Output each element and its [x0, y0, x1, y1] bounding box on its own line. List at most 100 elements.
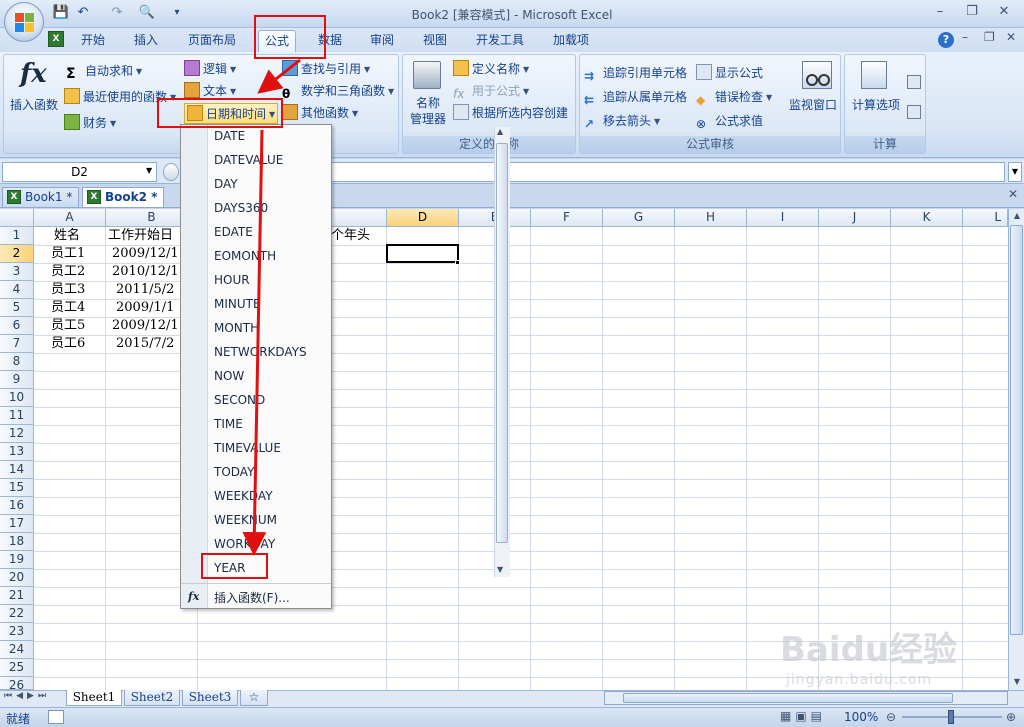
row-header-15[interactable]: 15 [0, 479, 34, 497]
menu-scrollbar[interactable]: ▲ ▼ [494, 127, 510, 577]
row-header-19[interactable]: 19 [0, 551, 34, 569]
select-all-corner[interactable] [0, 209, 34, 227]
name-manager-label-2[interactable]: 管理器 [405, 111, 451, 127]
menu-item-month[interactable]: MONTH [214, 317, 259, 339]
menu-item-minute[interactable]: MINUTE [214, 293, 261, 315]
watch-window-button[interactable]: 监视窗口 [784, 97, 842, 113]
sheet-nav-arrows-icon[interactable]: ⏮◀▶⏭ [4, 691, 50, 701]
scroll-down-icon[interactable]: ▼ [1010, 675, 1024, 689]
row-header-18[interactable]: 18 [0, 533, 34, 551]
calculate-sheet-icon[interactable] [907, 105, 921, 119]
tab-home[interactable]: 开始 [74, 30, 112, 52]
row-header-16[interactable]: 16 [0, 497, 34, 515]
trace-precedents-button[interactable]: ⇉ 追踪引用单元格 [584, 63, 687, 83]
row-header-9[interactable]: 9 [0, 371, 34, 389]
row-header-1[interactable]: 1 [0, 227, 34, 245]
row-header-13[interactable]: 13 [0, 443, 34, 461]
menu-item-weeknum[interactable]: WEEKNUM [214, 509, 277, 531]
cell-c1[interactable]: 个年头 [331, 227, 370, 245]
excel-doc-icon[interactable]: X [48, 31, 64, 47]
view-buttons-icon[interactable]: ▦▣▤ [780, 709, 840, 725]
close-button[interactable]: ✕ [990, 2, 1018, 22]
row-header-24[interactable]: 24 [0, 641, 34, 659]
tab-review[interactable]: 审阅 [363, 30, 401, 52]
more-functions-button[interactable]: 其他函数 ▼ [282, 103, 358, 123]
row-header-5[interactable]: 5 [0, 299, 34, 317]
row-header-11[interactable]: 11 [0, 407, 34, 425]
cell-b4[interactable]: 2011/5/2 [116, 281, 180, 299]
workbook-tab-book2[interactable]: X Book2 * [82, 187, 165, 207]
zoom-level[interactable]: 100% [844, 710, 878, 724]
watch-window-icon[interactable] [802, 61, 832, 89]
error-checking-button[interactable]: ◆ 错误检查 ▼ [696, 87, 772, 107]
formula-input[interactable] [330, 162, 1005, 182]
macro-record-icon[interactable] [48, 710, 64, 724]
cell-a1[interactable]: 姓名 [54, 227, 80, 245]
expand-formula-bar-icon[interactable]: ▼ [1008, 162, 1022, 182]
cell-a2[interactable]: 员工1 [51, 245, 85, 263]
menu-item-now[interactable]: NOW [214, 365, 244, 387]
trace-dependents-button[interactable]: ⇇ 追踪从属单元格 [584, 87, 687, 107]
calculator-icon[interactable] [861, 61, 887, 89]
menu-item-networkdays[interactable]: NETWORKDAYS [214, 341, 307, 363]
insert-function-button[interactable]: 插入函数 [6, 97, 62, 113]
doc-restore-button[interactable]: ❐ [984, 30, 995, 44]
selected-cell-d2[interactable] [386, 244, 459, 263]
zoom-out-icon[interactable]: ⊖ [886, 710, 896, 724]
column-header-f[interactable]: F [531, 209, 603, 227]
sheet-tab-sheet2[interactable]: Sheet2 [124, 690, 180, 706]
column-header-a[interactable]: A [34, 209, 106, 227]
menu-item-eomonth[interactable]: EOMONTH [214, 245, 276, 267]
show-formulas-button[interactable]: 显示公式 [696, 63, 763, 83]
menu-item-day[interactable]: DAY [214, 173, 238, 195]
sheet-tab-sheet3[interactable]: Sheet3 [182, 690, 238, 706]
tab-view[interactable]: 视图 [416, 30, 454, 52]
menu-item-second[interactable]: SECOND [214, 389, 265, 411]
column-header-g[interactable]: G [603, 209, 675, 227]
row-header-12[interactable]: 12 [0, 425, 34, 443]
scroll-thumb[interactable] [1010, 225, 1023, 635]
menu-item-workday[interactable]: WORKDAY [214, 533, 275, 555]
menu-item-edate[interactable]: EDATE [214, 221, 253, 243]
row-header-23[interactable]: 23 [0, 623, 34, 641]
calc-options-button[interactable]: 计算选项 [847, 97, 905, 113]
horizontal-scrollbar[interactable] [604, 691, 1008, 705]
zoom-slider-thumb[interactable] [948, 710, 954, 724]
row-header-26[interactable]: 26 [0, 677, 34, 690]
cell-b3[interactable]: 2010/12/1 [112, 263, 180, 281]
close-workbook-icon[interactable]: ✕ [1008, 187, 1018, 201]
name-box-dropdown-icon[interactable]: ▼ [146, 166, 152, 175]
doc-close-button[interactable]: ✕ [1006, 30, 1016, 44]
h-scroll-thumb[interactable] [623, 693, 953, 703]
help-icon[interactable]: ? [938, 32, 954, 48]
tab-insert[interactable]: 插入 [127, 30, 165, 52]
menu-item-date[interactable]: DATE [214, 125, 245, 147]
menu-item-weekday[interactable]: WEEKDAY [214, 485, 273, 507]
menu-item-hour[interactable]: HOUR [214, 269, 250, 291]
row-header-20[interactable]: 20 [0, 569, 34, 587]
column-header-k[interactable]: K [891, 209, 963, 227]
row-header-25[interactable]: 25 [0, 659, 34, 677]
column-header-h[interactable]: H [675, 209, 747, 227]
menu-scroll-thumb[interactable] [496, 143, 508, 543]
cell-b7[interactable]: 2015/7/2 [116, 335, 180, 353]
cell-b5[interactable]: 2009/1/1 [116, 299, 180, 317]
row-header-3[interactable]: 3 [0, 263, 34, 281]
row-header-6[interactable]: 6 [0, 317, 34, 335]
zoom-in-icon[interactable]: ⊕ [1006, 710, 1016, 724]
calculate-now-icon[interactable] [907, 75, 921, 89]
workbook-tab-book1[interactable]: X Book1 * [2, 187, 80, 207]
cell-a6[interactable]: 员工5 [51, 317, 85, 335]
cell-a5[interactable]: 员工4 [51, 299, 85, 317]
row-header-17[interactable]: 17 [0, 515, 34, 533]
column-header-i[interactable]: I [747, 209, 819, 227]
menu-item-time[interactable]: TIME [214, 413, 243, 435]
menu-item-days360[interactable]: DAYS360 [214, 197, 268, 219]
doc-minimize-button[interactable]: – [962, 30, 968, 44]
office-button[interactable] [4, 2, 44, 42]
remove-arrows-button[interactable]: ↗ 移去箭头 ▼ [584, 111, 660, 131]
minimize-button[interactable]: – [926, 2, 954, 22]
logical-button[interactable]: 逻辑 ▼ [184, 59, 236, 79]
cell-a3[interactable]: 员工2 [51, 263, 85, 281]
name-manager-label-1[interactable]: 名称 [405, 95, 451, 111]
